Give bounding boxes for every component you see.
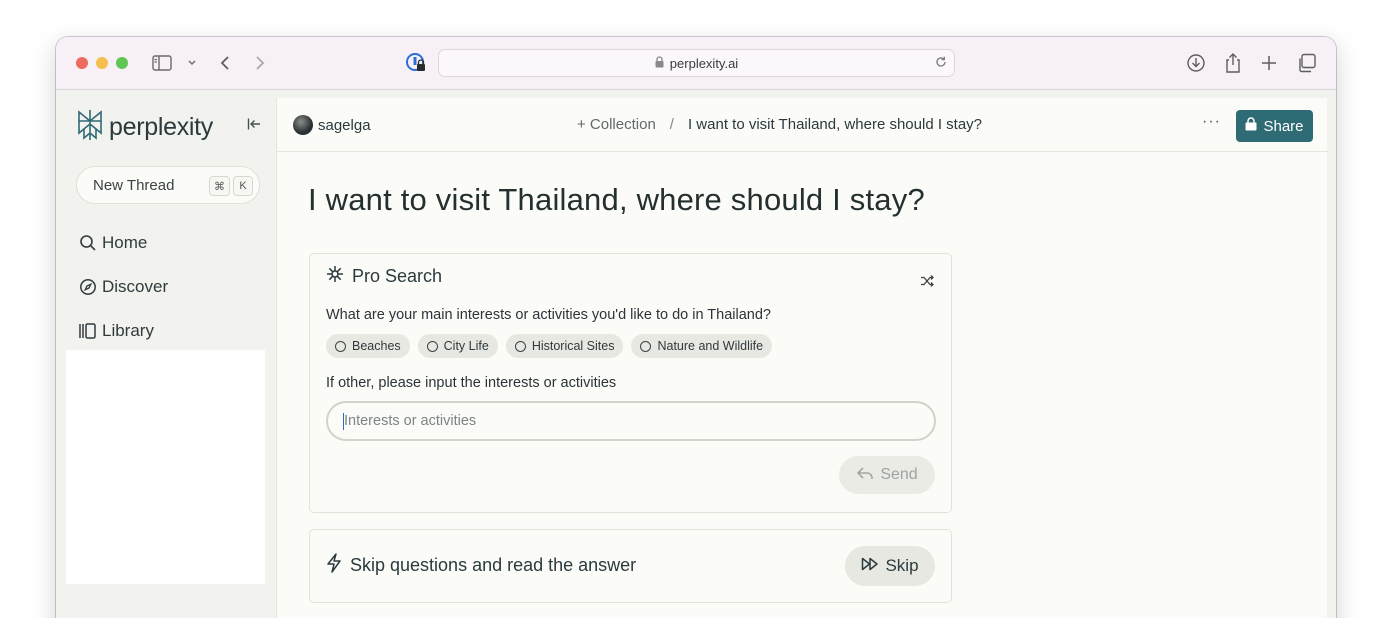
download-icon[interactable] (1186, 51, 1206, 75)
lightning-icon (326, 553, 350, 578)
add-to-collection-button[interactable]: + Collection (577, 116, 656, 133)
username: sagelga (318, 116, 371, 134)
reload-icon[interactable] (934, 55, 948, 72)
perplexity-logo-icon (76, 109, 104, 146)
brand-name: perplexity (109, 113, 213, 141)
sidebar-item-library[interactable]: Library (78, 321, 154, 341)
sidebar-item-label: Home (102, 233, 148, 252)
shortcut-key-k: K (233, 176, 253, 196)
browser-toolbar: perplexity.ai (56, 37, 1336, 90)
breadcrumb-thread-title: I want to visit Thailand, where should I… (687, 116, 983, 133)
sidebar-item-discover[interactable]: Discover (78, 277, 168, 297)
library-icon (78, 322, 98, 340)
password-extension-icon[interactable] (405, 51, 427, 75)
shuffle-icon[interactable] (920, 274, 934, 293)
option-label: City Life (443, 339, 489, 353)
share-label: Share (1263, 117, 1304, 135)
page-title: I want to visit Thailand, where should I… (308, 182, 925, 217)
option-beaches[interactable]: Beaches (326, 334, 410, 358)
browser-window: perplexity.ai perplexity New Thread ⌘ K … (56, 37, 1336, 618)
other-interests-prompt: If other, please input the interests or … (326, 375, 617, 391)
lock-icon (1245, 117, 1263, 135)
share-sheet-icon[interactable] (1224, 51, 1242, 75)
pro-search-title: Pro Search (352, 266, 443, 286)
main-content: sagelga + Collection / I want to visit T… (276, 98, 1328, 618)
skip-questions-card: Skip questions and read the answer Skip (309, 529, 952, 603)
radio-circle-icon (640, 340, 652, 352)
option-label: Historical Sites (531, 339, 615, 353)
minimize-window-button[interactable] (96, 57, 108, 69)
sparkle-icon (326, 265, 352, 288)
sidebar-toggle-icon[interactable] (152, 51, 174, 75)
tab-overview-icon[interactable] (1297, 51, 1317, 75)
send-button[interactable]: Send (839, 456, 935, 494)
sidebar-empty-panel (66, 350, 265, 584)
text-caret (343, 413, 344, 430)
address-url: perplexity.ai (669, 55, 739, 71)
option-label: Nature and Wildlife (657, 339, 764, 353)
breadcrumb: + Collection / I want to visit Thailand,… (577, 116, 982, 133)
option-city-life[interactable]: City Life (417, 334, 498, 358)
option-label: Beaches (352, 339, 401, 353)
reply-icon (856, 465, 880, 486)
pro-search-heading: Pro Search (326, 265, 442, 288)
sidebar: perplexity New Thread ⌘ K Home Discover (56, 91, 275, 618)
brand-logo[interactable]: perplexity (76, 109, 213, 146)
breadcrumb-separator: / (669, 116, 674, 133)
chevron-down-icon[interactable] (187, 51, 197, 75)
address-bar[interactable]: perplexity.ai (438, 49, 955, 77)
new-tab-icon[interactable] (1261, 51, 1277, 75)
sidebar-item-label: Library (102, 321, 154, 340)
skip-questions-title: Skip questions and read the answer (350, 555, 637, 575)
collapse-sidebar-icon[interactable] (247, 117, 261, 136)
interests-question: What are your main interests or activiti… (326, 307, 771, 323)
lock-icon (655, 55, 664, 71)
send-label: Send (880, 466, 918, 483)
search-icon (78, 234, 98, 252)
share-button[interactable]: Share (1236, 110, 1313, 142)
more-options-button[interactable]: ··· (1202, 113, 1221, 131)
radio-circle-icon (426, 340, 438, 352)
fast-forward-icon (861, 556, 885, 576)
new-thread-label: New Thread (93, 176, 175, 194)
pro-search-card: Pro Search What are your main interests … (309, 253, 952, 513)
compass-icon (78, 278, 98, 296)
close-window-button[interactable] (76, 57, 88, 69)
radio-circle-icon (514, 340, 526, 352)
shortcut-key-cmd: ⌘ (209, 176, 230, 196)
interests-input[interactable] (326, 401, 936, 441)
new-thread-button[interactable]: New Thread ⌘ K (76, 166, 260, 204)
interest-options: Beaches City Life Historical Sites Natur… (326, 334, 780, 358)
skip-label: Skip (885, 556, 919, 575)
radio-circle-icon (335, 340, 346, 352)
skip-button[interactable]: Skip (845, 546, 935, 586)
zoom-window-button[interactable] (116, 57, 128, 69)
sidebar-item-label: Discover (102, 277, 169, 296)
user-profile[interactable]: sagelga (293, 115, 371, 135)
avatar (293, 115, 313, 135)
back-icon[interactable] (219, 51, 231, 75)
skip-questions-heading: Skip questions and read the answer (326, 553, 636, 578)
forward-icon[interactable] (254, 51, 266, 75)
option-nature-and-wildlife[interactable]: Nature and Wildlife (631, 334, 773, 358)
sidebar-item-home[interactable]: Home (78, 233, 147, 253)
thread-header: sagelga + Collection / I want to visit T… (277, 98, 1328, 152)
option-historical-sites[interactable]: Historical Sites (505, 334, 624, 358)
